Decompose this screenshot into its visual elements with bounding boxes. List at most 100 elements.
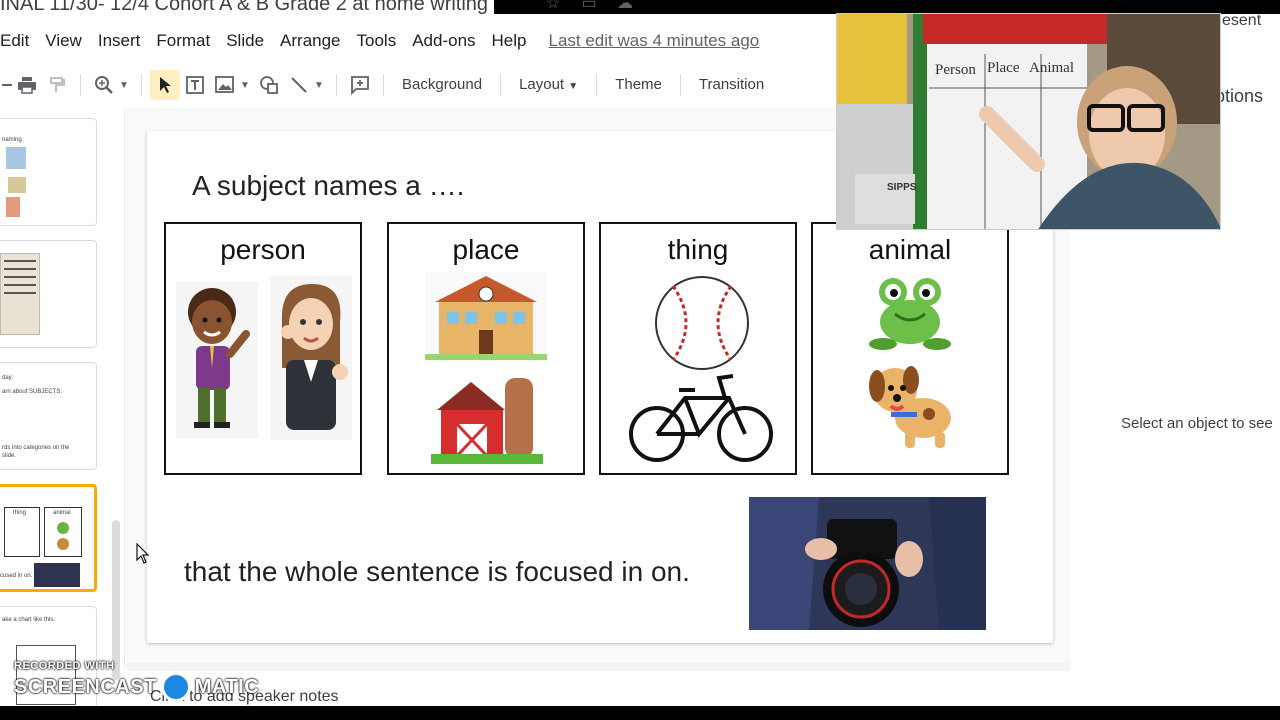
toolbar-divider: [679, 74, 681, 96]
thumb-image: [6, 147, 26, 169]
card-label: place: [452, 234, 520, 265]
menu-help[interactable]: Help: [484, 26, 535, 56]
boy-illustration: [176, 282, 258, 438]
last-edit-link[interactable]: Last edit was 4 minutes ago: [549, 31, 760, 51]
card-animal[interactable]: animal: [811, 222, 1009, 475]
thumb-text: rds into categories on the: [2, 445, 70, 451]
image-caret-icon[interactable]: ▼: [240, 80, 254, 91]
chart-header: Place: [987, 60, 1020, 76]
top-strip: INAL 11/30- 12/4 Cohort A & B Grade 2 at…: [0, 0, 1280, 14]
layout-label: Layout: [519, 76, 565, 93]
card-label: animal: [868, 234, 952, 265]
watermark-line1: RECORDED WITH: [14, 660, 115, 672]
dog-illustration: [869, 366, 951, 448]
slide-thumbnail-4[interactable]: thing animal cused in on.: [0, 484, 97, 592]
line-icon[interactable]: [284, 70, 314, 100]
slide-thumbnail-2[interactable]: [0, 240, 97, 348]
thumb-card: thing: [4, 507, 40, 557]
menu-addons[interactable]: Add-ons: [404, 26, 483, 56]
toolbar-divider: [500, 74, 502, 96]
school-illustration: [425, 272, 547, 364]
select-arrow-icon[interactable]: [150, 70, 180, 100]
line-caret-icon[interactable]: ▼: [314, 80, 328, 91]
panel-message: Select an object to see: [1121, 415, 1273, 432]
notes-divider[interactable]: [126, 663, 1070, 671]
layout-caret-icon: ▼: [568, 81, 579, 92]
zoom-icon[interactable]: [89, 70, 119, 100]
slide-heading[interactable]: A subject names a ….: [192, 170, 464, 202]
paint-format-icon[interactable]: [42, 70, 72, 100]
textbox-icon[interactable]: [180, 70, 210, 100]
document-title[interactable]: INAL 11/30- 12/4 Cohort A & B Grade 2 at…: [0, 0, 495, 14]
cloud-icon[interactable]: ☁: [616, 0, 634, 12]
thumb-text: arn about SUBJECTS.: [2, 389, 63, 395]
chart-header: Person: [935, 62, 976, 78]
frog-illustration: [869, 278, 951, 350]
slide-filmstrip: naming day: arn about SUBJECTS. rds into…: [0, 108, 125, 714]
transition-button[interactable]: Transition: [689, 70, 774, 100]
print-icon[interactable]: [12, 70, 42, 100]
thumb-image: [34, 563, 80, 587]
thumb-text: ake a chart like this:: [2, 617, 56, 623]
undo-icon[interactable]: [0, 70, 12, 100]
card-place[interactable]: place: [387, 222, 585, 475]
thumb-card: animal: [44, 507, 82, 557]
slide-footer-text[interactable]: that the whole sentence is focused in on…: [184, 556, 690, 588]
webcam-scene: [837, 14, 1220, 229]
watermark-line3: MATIC: [194, 675, 260, 698]
theme-button[interactable]: Theme: [605, 70, 672, 100]
folder-icon[interactable]: ▭: [580, 0, 598, 12]
menu-bar: Edit View Insert Format Slide Arrange To…: [0, 24, 759, 58]
menu-slide[interactable]: Slide: [218, 26, 272, 56]
toolbar-divider: [596, 74, 598, 96]
camera-photo[interactable]: [749, 497, 986, 630]
chart-header: Animal: [1029, 60, 1074, 76]
mouse-cursor-icon: [136, 543, 150, 564]
menu-format[interactable]: Format: [148, 26, 218, 56]
webcam-overlay: Person Place Animal SIPPS: [836, 13, 1221, 230]
star-icon[interactable]: ☆: [544, 0, 562, 12]
shape-icon[interactable]: [254, 70, 284, 100]
thumb-text: cused in on.: [0, 573, 33, 579]
menu-tools[interactable]: Tools: [349, 26, 405, 56]
thumb-text: animal: [53, 510, 71, 516]
slide-thumbnail-3[interactable]: day: arn about SUBJECTS. rds into catego…: [0, 362, 97, 470]
toolbar-divider: [336, 74, 337, 96]
card-label: thing: [667, 234, 729, 265]
screencast-logo-icon: [160, 672, 191, 702]
thumb-text: naming: [2, 137, 22, 143]
thumb-image: [6, 197, 20, 217]
toolbar-divider: [141, 74, 142, 96]
thumb-text: day:: [2, 375, 14, 381]
thumb-image: [8, 177, 26, 193]
camera-illustration: [749, 497, 986, 630]
zoom-caret-icon[interactable]: ▼: [119, 80, 133, 91]
bicycle-illustration: [629, 374, 773, 462]
toolbar: ▼ ▼ ▼ Background Layout ▼ Theme Transiti…: [0, 66, 840, 104]
slide-thumbnail-1[interactable]: naming: [0, 118, 97, 226]
menu-edit[interactable]: Edit: [0, 26, 37, 56]
thumb-image: [0, 253, 40, 335]
layout-button[interactable]: Layout ▼: [509, 70, 588, 100]
menu-insert[interactable]: Insert: [90, 26, 149, 56]
format-options-label[interactable]: ptions: [1215, 86, 1263, 107]
card-label: person: [220, 234, 306, 265]
toolbar-divider: [80, 74, 81, 96]
book-label: SIPPS: [887, 182, 917, 193]
screencast-watermark: RECORDED WITH SCREENCAST MATIC: [14, 660, 259, 702]
card-person[interactable]: person: [164, 222, 362, 475]
background-button[interactable]: Background: [392, 70, 492, 100]
add-comment-icon[interactable]: [345, 70, 375, 100]
filmstrip-scrollbar[interactable]: [112, 520, 120, 680]
woman-illustration: [270, 276, 352, 440]
baseball-illustration: [655, 276, 749, 370]
menu-view[interactable]: View: [37, 26, 90, 56]
barn-illustration: [431, 378, 543, 464]
image-icon[interactable]: [210, 70, 240, 100]
card-thing[interactable]: thing: [599, 222, 797, 475]
app-window: INAL 11/30- 12/4 Cohort A & B Grade 2 at…: [0, 0, 1280, 720]
menu-arrange[interactable]: Arrange: [272, 26, 348, 56]
watermark-line2: SCREENCAST: [14, 675, 157, 698]
present-button[interactable]: esent: [1222, 12, 1261, 30]
bottom-strip: [0, 706, 1280, 720]
